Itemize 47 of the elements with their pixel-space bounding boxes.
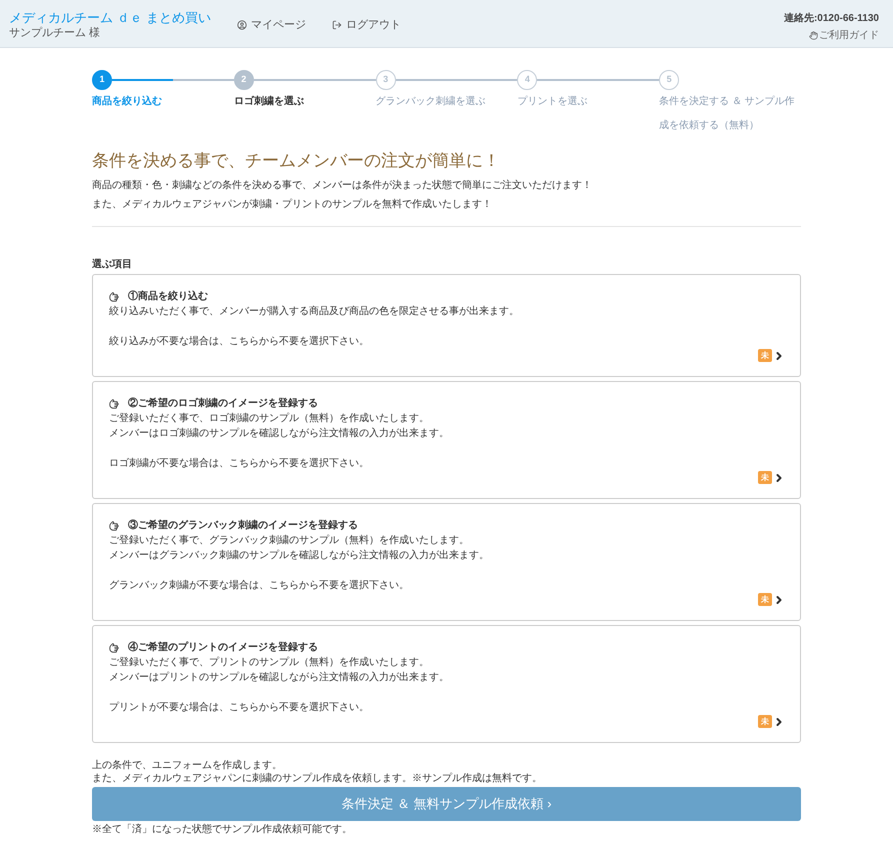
- footer-text: また、メディカルウェアジャパンに刺繍のサンプル作成を依頼します。※サンプル作成は無料です。: [92, 772, 543, 785]
- item-card[interactable]: ④ご希望のプリントのイメージを登録する ご登録いただく事で、プリントのサンプル（無料）を作成いたします。 メンバーはプリントのサンプルを確認しながら注文情報の入力が出来ます。 プリントが不要な場合は、こちらから不要を選択下さい。 未: [92, 625, 801, 743]
- status-badge: 未: [758, 471, 772, 484]
- item-title: ④ご希望のプリントのイメージを登録する: [128, 640, 318, 655]
- footer-text: 上の条件で、ユニフォームを作成します。: [92, 759, 283, 772]
- nav-link[interactable]: ログアウト: [332, 17, 402, 34]
- item-card[interactable]: ③ご希望のグランバック刺繍のイメージを登録する ご登録いただく事で、グランバック刺繍のサンプル（無料）を作成いたします。 メンバーはグランバック刺繍のサンプルを確認しながら注文情報の入力が出来ます。 グランバック刺繍が不要な場合は、こちらから不要を選択下さい。 未: [92, 503, 801, 621]
- step-label: 条件を決定する ＆ サンプル作成を依頼する（無料）: [659, 94, 796, 133]
- contact-phone: 連絡先:0120-66-1130: [784, 12, 879, 26]
- item-card[interactable]: ②ご希望のロゴ刺繍のイメージを登録する ご登録いただく事で、ロゴ刺繍のサンプル（無料）を作成いたします。 メンバーはロゴ刺繍のサンプルを確認しながら注文情報の入力が出来ます。 ロゴ刺繍が不要な場合は、こちらから不要を選択下さい。 未: [92, 381, 801, 499]
- item-title: ②ご希望のロゴ刺繍のイメージを登録する: [128, 396, 318, 411]
- step-label: 商品を絞り込む: [92, 94, 163, 109]
- item-description: ご登録いただく事で、ロゴ刺繍のサンプル（無料）を作成いたします。: [109, 412, 430, 426]
- step-label: グランバック刺繍を選ぶ: [376, 94, 487, 109]
- item-description: 絞り込みいただく事で、メンバーが購入する商品及び商品の色を限定させる事が出来ます。: [109, 304, 520, 319]
- guide-link[interactable]: ご利用ガイド: [809, 28, 879, 43]
- item-description: メンバーはロゴ刺繍のサンプルを確認しながら注文情報の入力が出来ます。: [109, 426, 450, 441]
- intro-heading: 条件を決める事で、チームメンバーの注文が簡単に！: [92, 150, 501, 172]
- intro-text: また、メディカルウェアジャパンが刺繍・プリントのサンプルを無料で作成いたします！: [92, 198, 493, 211]
- item-description: メンバーはプリントのサンプルを確認しながら注文情報の入力が出来ます。: [109, 670, 450, 685]
- section-label: 選ぶ項目: [92, 258, 133, 272]
- logout-icon: [332, 20, 342, 30]
- hand-icon: [109, 642, 119, 652]
- step-label: ロゴ刺繍を選ぶ: [234, 94, 305, 109]
- item-note: グランバック刺繍が不要な場合は、こちらから不要を選択下さい。: [109, 578, 410, 593]
- status-badge: 未: [758, 349, 772, 362]
- step-label: プリントを選ぶ: [517, 94, 588, 109]
- item-note: ロゴ刺繍が不要な場合は、こちらから不要を選択下さい。: [109, 456, 370, 471]
- intro-text: 商品の種類・色・刺繍などの条件を決める事で、メンバーは条件が決まった状態で簡単にご注文いただけます！: [92, 179, 593, 192]
- status-badge: 未: [758, 593, 772, 606]
- user-icon: [237, 20, 248, 30]
- hand-icon: [109, 292, 119, 302]
- footer-note: ※全て「済」になった状態でサンプル作成依頼可能です。: [92, 823, 353, 836]
- item-description: ご登録いただく事で、グランバック刺繍のサンプル（無料）を作成いたします。: [109, 534, 470, 548]
- item-note: プリントが不要な場合は、こちらから不要を選択下さい。: [109, 700, 370, 715]
- status-badge: 未: [758, 715, 772, 728]
- item-title: ①商品を絞り込む: [128, 289, 208, 304]
- hand-icon: [109, 520, 119, 530]
- item-card[interactable]: ①商品を絞り込む 絞り込みいただく事で、メンバーが購入する商品及び商品の色を限定させる事が出来ます。 絞り込みが不要な場合は、こちらから不要を選択下さい。 未: [92, 274, 801, 377]
- hand-icon: [809, 31, 818, 40]
- item-note: 絞り込みが不要な場合は、こちらから不要を選択下さい。: [109, 334, 370, 349]
- item-description: メンバーはグランバック刺繍のサンプルを確認しながら注文情報の入力が出来ます。: [109, 548, 490, 563]
- item-title: ③ご希望のグランバック刺繍のイメージを登録する: [128, 518, 358, 533]
- user-name: サンプルチーム 様: [9, 26, 102, 41]
- hand-icon: [109, 398, 119, 408]
- nav-link[interactable]: マイページ: [237, 17, 306, 34]
- item-description: ご登録いただく事で、プリントのサンプル（無料）を作成いたします。: [109, 656, 430, 670]
